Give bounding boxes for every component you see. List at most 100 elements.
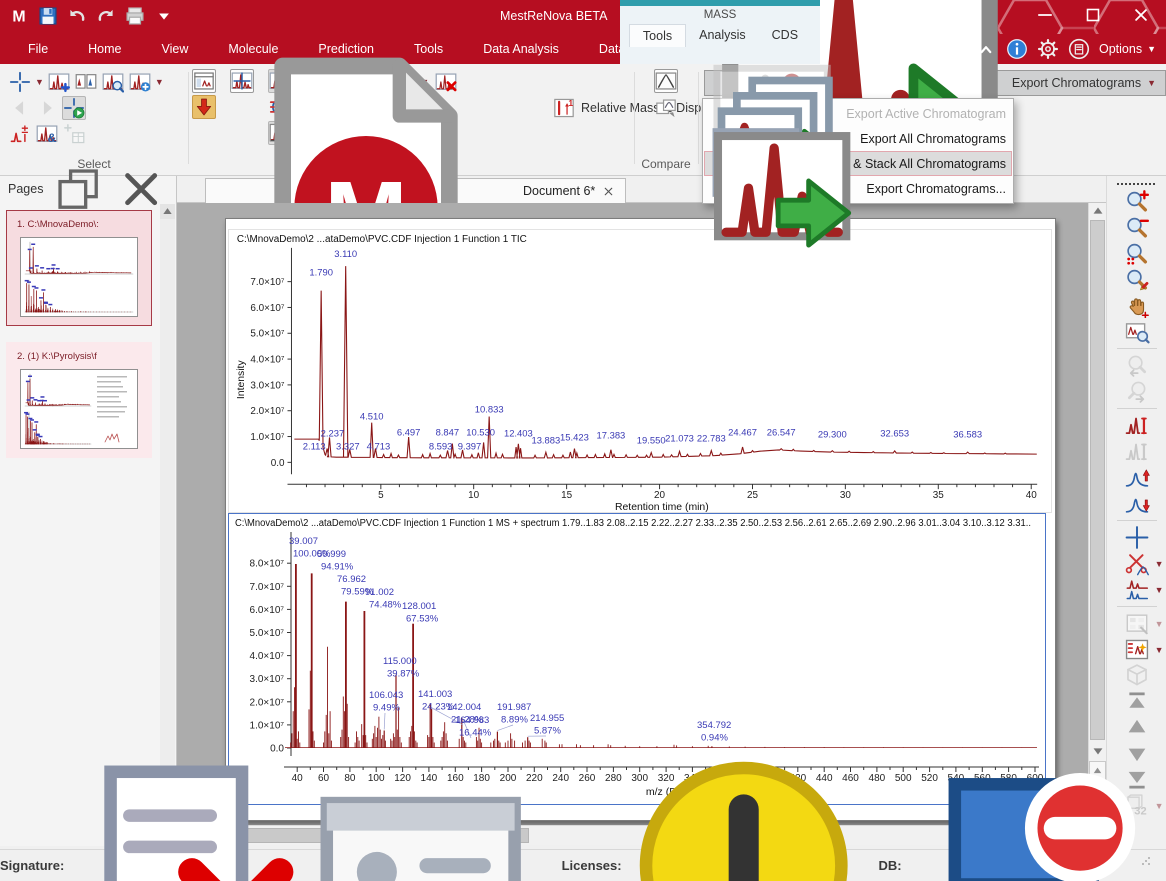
document-canvas[interactable]: C:\MnovaDemo\2 ...ataDemo\PVC.CDF Inject… (177, 203, 1088, 825)
contextual-group-label: MASS (620, 9, 820, 21)
resize-grip[interactable] (1141, 856, 1162, 877)
info-icon[interactable] (1006, 38, 1028, 60)
pages-scroll-up-icon[interactable] (160, 204, 175, 219)
menu-item-view[interactable]: View (142, 34, 209, 64)
tab-mass-tools[interactable]: Tools (629, 24, 686, 47)
options-button[interactable]: Options ▼ (1099, 42, 1156, 56)
bring-to-front-button[interactable] (1121, 689, 1153, 714)
compare-overlay-button[interactable] (654, 96, 678, 120)
tic-chromatogram-svg: C:\MnovaDemo\2 ...ataDemo\PVC.CDF Inject… (229, 230, 1051, 512)
save-button[interactable] (37, 5, 59, 27)
relative-masses-icon[interactable]: 1 (552, 96, 576, 120)
document-vertical-scrollbar[interactable] (1088, 203, 1106, 825)
menu-item-home[interactable]: Home (68, 34, 141, 64)
split-view-button[interactable] (74, 70, 98, 94)
document-page[interactable]: C:\MnovaDemo\2 ...ataDemo\PVC.CDF Inject… (225, 218, 1056, 821)
cut-peaks-button[interactable]: ▼ (1121, 551, 1153, 576)
close-button[interactable] (1130, 4, 1152, 26)
crosshair-button[interactable] (1121, 525, 1153, 550)
combine-plots-button[interactable]: & (35, 122, 59, 146)
manual-zoom-button[interactable] (1121, 267, 1153, 292)
bit-depth-32-caret-icon[interactable]: ▼ (1155, 802, 1164, 811)
svg-text:260: 260 (579, 773, 596, 784)
next-zoom-button[interactable] (1121, 379, 1153, 404)
vertical-scroll-thumb[interactable] (1090, 220, 1105, 740)
page-thumbnail-item-2[interactable]: 2. (1) K:\Pyrolysis\f (6, 342, 152, 458)
license-warning-icon[interactable] (631, 753, 856, 881)
compare-single-button[interactable] (654, 69, 678, 93)
svg-text:C:\MnovaDemo\2 ...ataDemo\PVC.: C:\MnovaDemo\2 ...ataDemo\PVC.CDF Inject… (237, 234, 527, 245)
decrease-intensity-button[interactable] (1121, 491, 1153, 516)
next-button[interactable] (35, 96, 59, 120)
document-tab-close-icon[interactable] (602, 185, 615, 198)
db-disconnected-icon[interactable] (911, 753, 1136, 881)
zoom-selection-button[interactable] (1121, 241, 1153, 266)
stack-spectra-button[interactable]: ▼ (1121, 577, 1153, 602)
tab-mass-cds[interactable]: CDS (759, 24, 811, 47)
scroll-up-icon[interactable] (1090, 203, 1106, 219)
undo-button[interactable] (66, 5, 88, 27)
fit-to-height-button[interactable] (1121, 413, 1153, 438)
increase-intensity-button[interactable] (1121, 465, 1153, 490)
zoom-in-button[interactable] (1121, 189, 1153, 214)
page-thumbnail[interactable] (20, 237, 138, 317)
document-tab[interactable]: M Document 6* (205, 178, 626, 203)
move-forward-button[interactable] (1121, 715, 1153, 740)
menu-item-file[interactable]: File (8, 34, 68, 64)
find-peaks-button[interactable] (101, 70, 125, 94)
menu-item-export-chromatograms[interactable]: Export Chromatograms... (704, 176, 1012, 201)
svg-text:16.44%: 16.44% (459, 728, 492, 739)
crosshair-select-caret-icon[interactable]: ▼ (35, 78, 44, 87)
titration-button[interactable]: ± (8, 122, 32, 146)
svg-text:5.0×10⁷: 5.0×10⁷ (250, 329, 285, 340)
arrange-plots-caret-icon[interactable]: ▼ (1155, 646, 1164, 655)
quick-access-caret-icon[interactable] (153, 5, 175, 27)
pages-panel-header: Pages (0, 176, 176, 202)
toolbar-drag-handle[interactable] (1117, 183, 1155, 185)
tab-mass-analysis[interactable]: Analysis (686, 24, 759, 47)
svg-text:7.0×10⁷: 7.0×10⁷ (250, 277, 285, 288)
pages-panel: Pages 1. C:\MnovaDemo\: 2. (1) K:\Pyrolys… (0, 176, 177, 846)
minimize-button[interactable] (1034, 4, 1056, 26)
svg-text:3.110: 3.110 (334, 248, 357, 259)
signature-invalid-icon[interactable] (73, 753, 298, 881)
fit-to-height-alt-button[interactable] (1121, 439, 1153, 464)
import-data-button[interactable] (192, 95, 216, 119)
whiteboard-button[interactable]: ▼ (1121, 611, 1153, 636)
pages-list: 1. C:\MnovaDemo\: 2. (1) K:\Pyrolysis\f (4, 206, 154, 840)
crosshair-select-button[interactable] (8, 70, 32, 94)
zoom-out-button[interactable] (1121, 215, 1153, 240)
pan-button[interactable] (1121, 293, 1153, 318)
cube-3d-button[interactable] (1121, 663, 1153, 688)
add-spectrum-caret-icon[interactable]: ▼ (155, 78, 164, 87)
pages-scrollbar[interactable] (160, 204, 175, 843)
zoom-preview-button[interactable] (1121, 319, 1153, 344)
collapse-ribbon-icon[interactable] (975, 38, 997, 60)
previous-button[interactable] (8, 96, 32, 120)
selection-table-button[interactable] (62, 122, 86, 146)
auto-select-button[interactable] (62, 96, 86, 120)
mnova-logo-icon[interactable]: M (8, 5, 30, 27)
menubar-right: Options ▼ (975, 34, 1156, 64)
svg-text:128.001: 128.001 (402, 601, 436, 612)
add-spectrum-button[interactable] (128, 70, 152, 94)
tic-chromatogram-chart[interactable]: C:\MnovaDemo\2 ...ataDemo\PVC.CDF Inject… (228, 229, 1052, 513)
page-thumbnail[interactable] (20, 369, 138, 449)
maximize-button[interactable] (1082, 4, 1104, 26)
stack-spectra-caret-icon[interactable]: ▼ (1155, 586, 1164, 595)
whiteboard-caret-icon[interactable]: ▼ (1155, 620, 1164, 629)
expand-trace-button[interactable] (47, 70, 71, 94)
page-thumbnail-item-1[interactable]: 1. C:\MnovaDemo\: (6, 210, 152, 326)
arrange-plots-button[interactable]: ▼ (1121, 637, 1153, 662)
previous-zoom-button[interactable] (1121, 353, 1153, 378)
cut-peaks-caret-icon[interactable]: ▼ (1155, 560, 1164, 569)
identity-card-icon[interactable] (308, 753, 533, 881)
svg-text:9.49%: 9.49% (373, 703, 400, 714)
print-button[interactable] (124, 5, 146, 27)
report-icon[interactable] (1068, 38, 1090, 60)
redo-button[interactable] (95, 5, 117, 27)
svg-text:115.000: 115.000 (383, 656, 417, 667)
svg-text:24.467: 24.467 (728, 427, 757, 438)
page-layout-button[interactable] (192, 69, 216, 93)
settings-gear-icon[interactable] (1037, 38, 1059, 60)
